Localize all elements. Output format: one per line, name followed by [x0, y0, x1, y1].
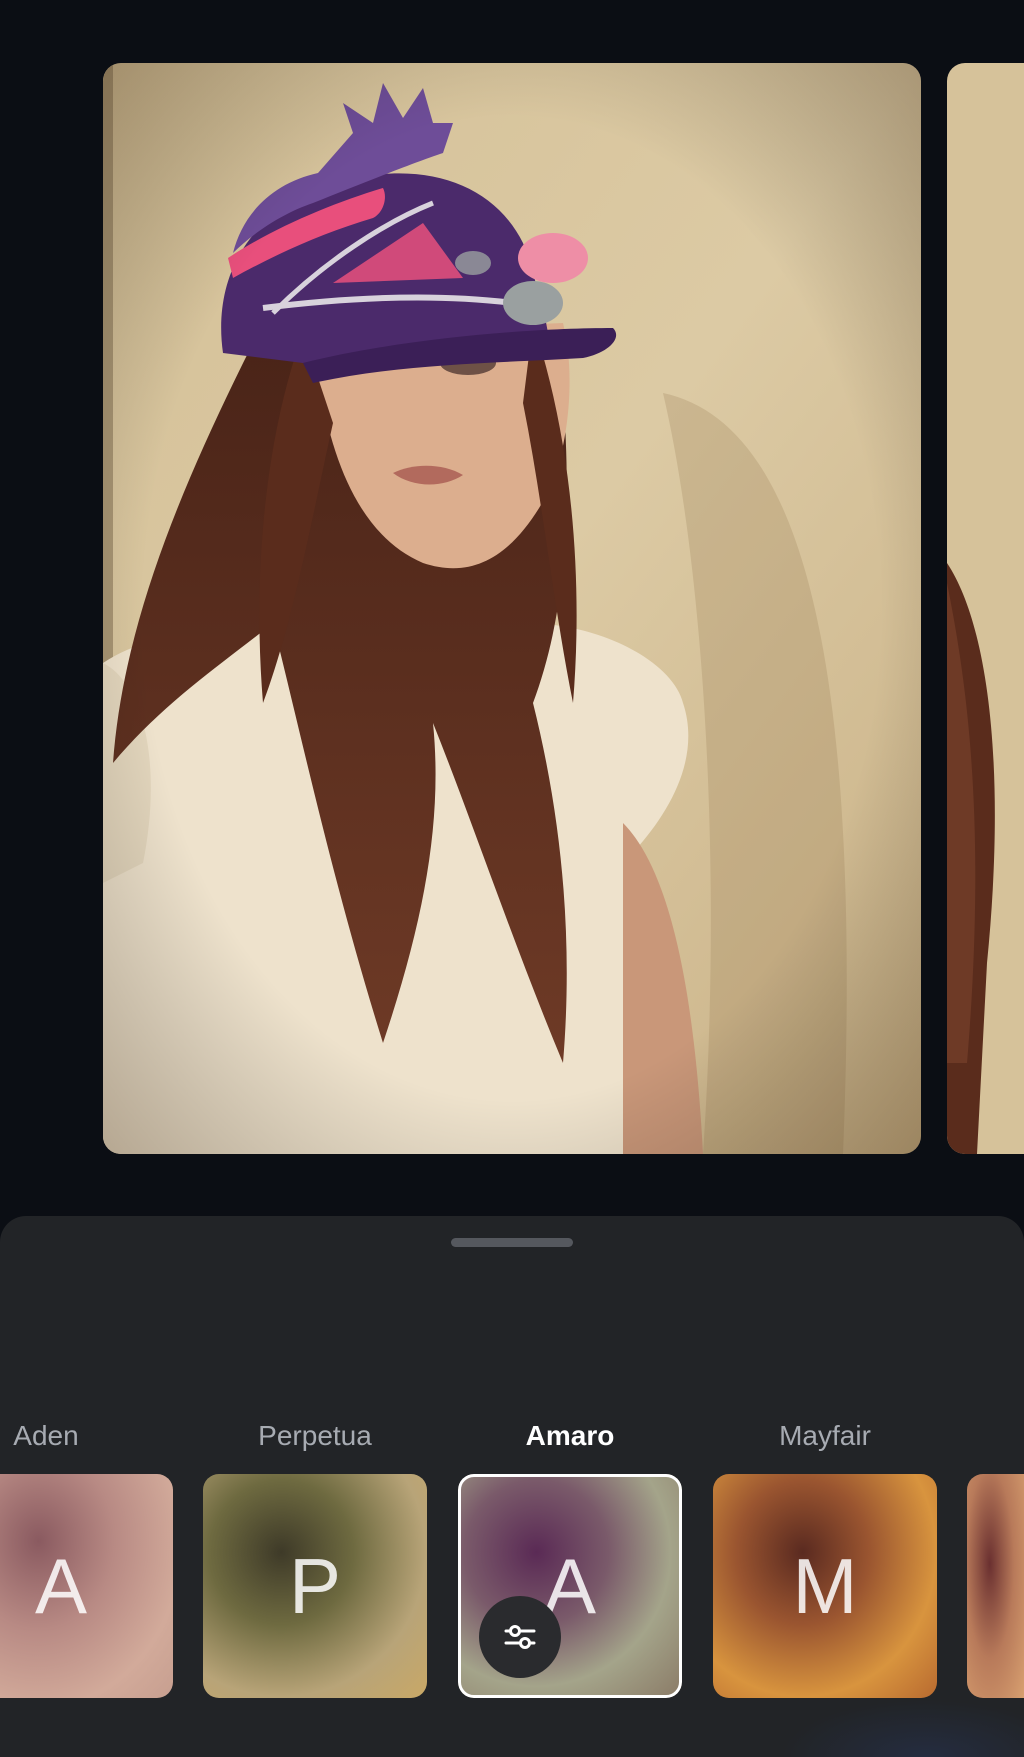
filter-label-perpetua[interactable]: Perpetua	[203, 1418, 427, 1454]
photo-preview[interactable]	[103, 63, 921, 1154]
filter-thumb-letter: P	[288, 1541, 342, 1630]
filter-thumb-letter: M	[792, 1541, 858, 1630]
photo-carousel[interactable]	[0, 0, 1024, 1216]
next-photo-image	[947, 63, 1024, 1154]
sheet-drag-handle[interactable]	[451, 1238, 573, 1247]
adjust-button[interactable]	[479, 1596, 561, 1678]
filter-label-amaro[interactable]: Amaro	[458, 1418, 682, 1454]
next-photo-preview[interactable]	[947, 63, 1024, 1154]
photo-image	[103, 63, 921, 1154]
filter-label-aden[interactable]: Aden	[0, 1418, 158, 1454]
filter-thumb-aden[interactable]: A	[0, 1474, 173, 1698]
filter-thumb-next[interactable]	[967, 1474, 1024, 1698]
filter-thumb-letter: A	[34, 1541, 88, 1630]
filter-thumb-mayfair[interactable]: M	[713, 1474, 937, 1698]
filter-thumb-perpetua[interactable]: P	[203, 1474, 427, 1698]
bottom-glow	[780, 1700, 1024, 1757]
filter-label-mayfair[interactable]: Mayfair	[713, 1418, 937, 1454]
sliders-icon	[504, 1625, 536, 1649]
